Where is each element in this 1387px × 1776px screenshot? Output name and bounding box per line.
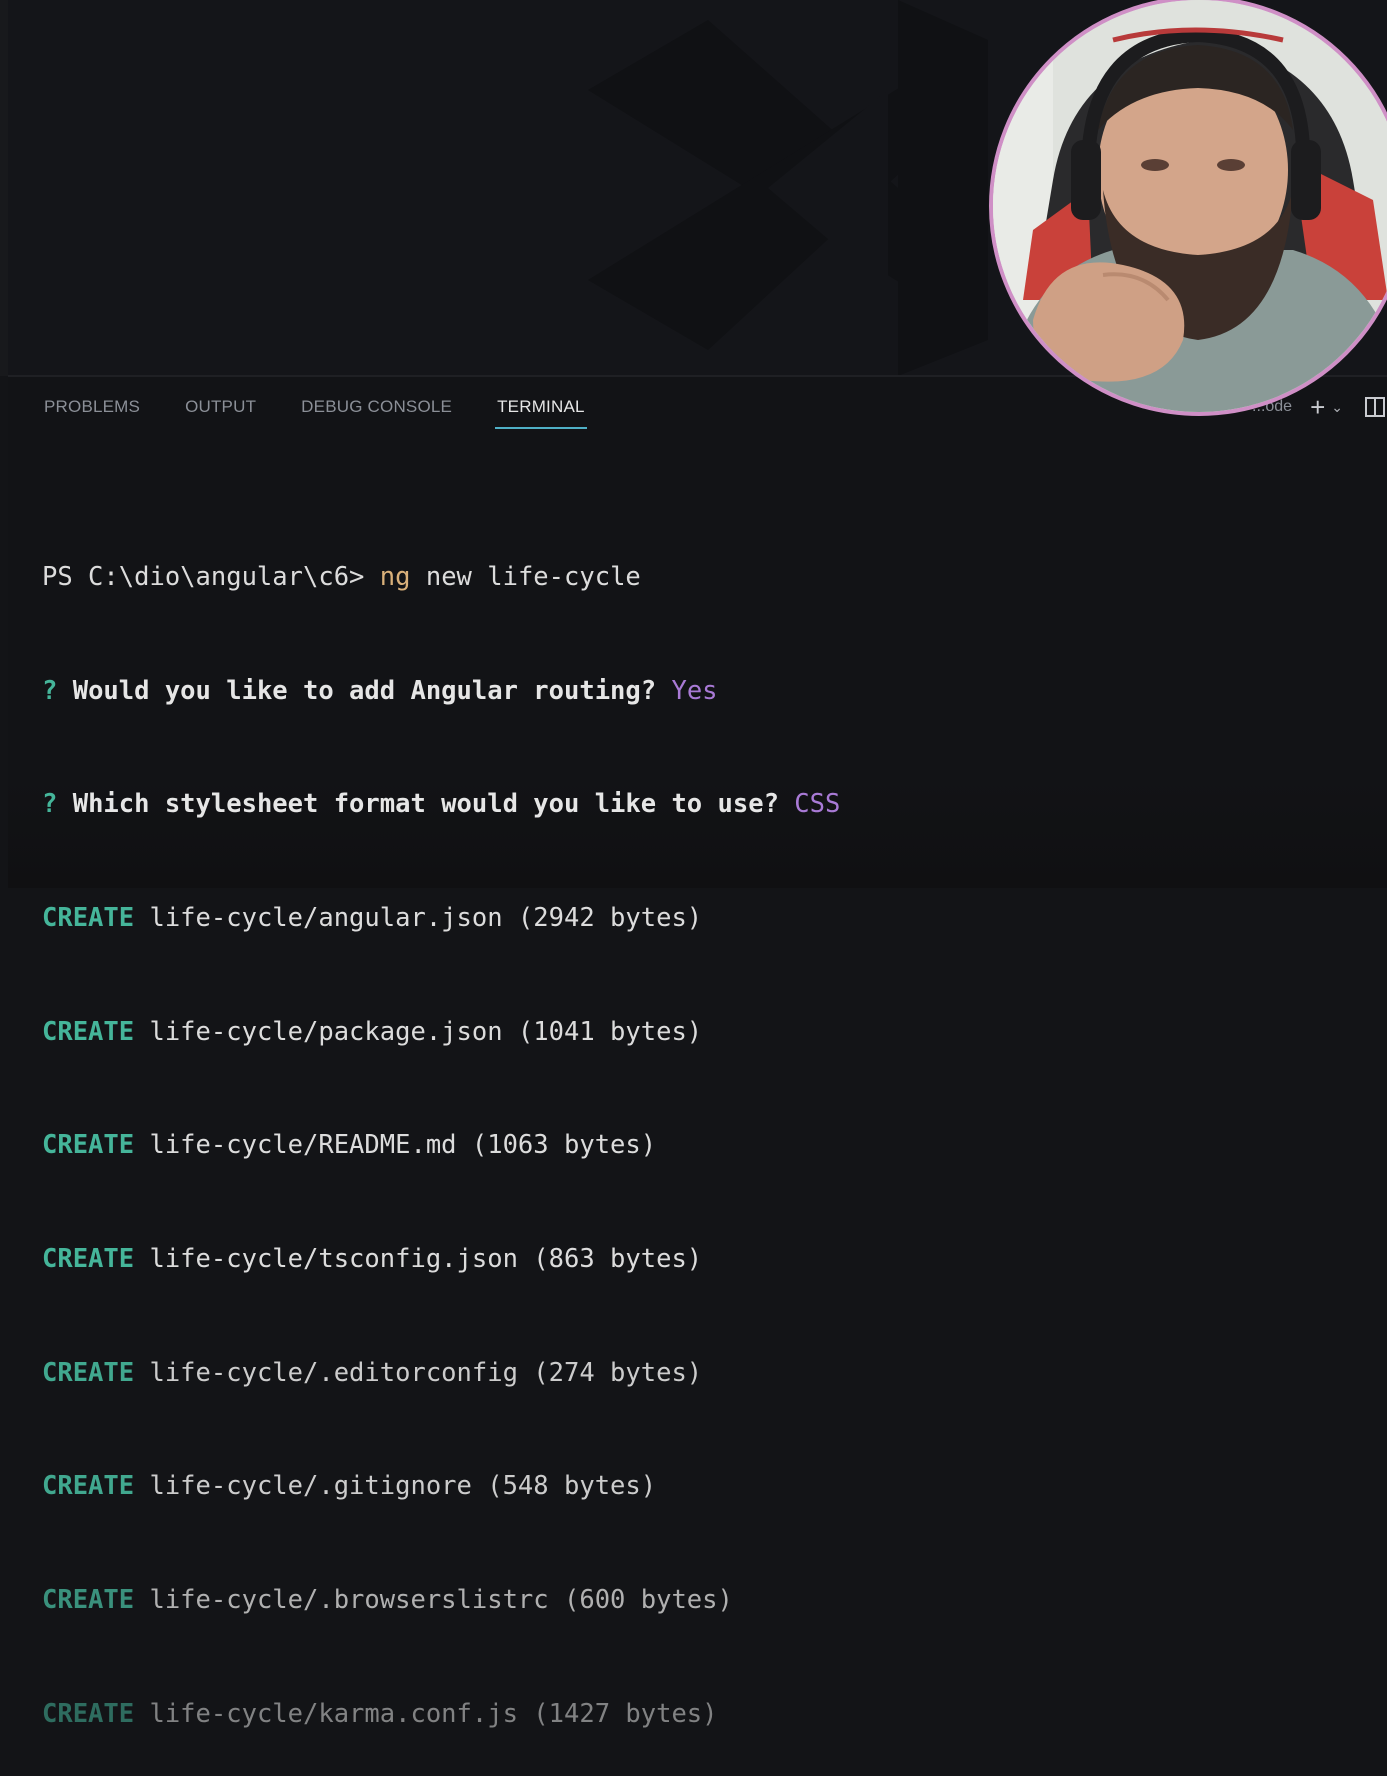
create-label: CREATE <box>42 902 135 933</box>
question-mark: ? <box>42 675 73 706</box>
terminal-create-line: CREATE life-cycle/package.json (1041 byt… <box>42 1014 840 1052</box>
terminal-output[interactable]: PS C:\dio\angular\c6> ng new life-cycle … <box>42 483 840 1776</box>
terminal-prompt: PS C:\dio\angular\c6> <box>42 561 380 592</box>
terminal-question-line: ? Which stylesheet format would you like… <box>42 786 840 824</box>
terminal-create-line: CREATE life-cycle/.editorconfig (274 byt… <box>42 1355 840 1393</box>
plus-icon[interactable]: + <box>1310 394 1325 420</box>
create-label: CREATE <box>42 1016 135 1047</box>
question-answer: CSS <box>778 789 841 820</box>
question-text: Which stylesheet format would you like t… <box>72 789 779 820</box>
split-editor-icon[interactable] <box>1365 397 1385 417</box>
presenter-video-image <box>993 0 1387 412</box>
command-args: new life-cycle <box>410 561 641 592</box>
terminal-command-line: PS C:\dio\angular\c6> ng new life-cycle <box>42 559 840 597</box>
tab-problems[interactable]: PROBLEMS <box>42 397 142 429</box>
created-file: life-cycle/.gitignore (548 bytes) <box>134 1471 657 1502</box>
tab-output[interactable]: OUTPUT <box>183 397 258 429</box>
terminal-create-line: CREATE life-cycle/karma.conf.js (1427 by… <box>42 1696 840 1734</box>
created-file: life-cycle/README.md (1063 bytes) <box>134 1130 657 1161</box>
created-file: life-cycle/angular.json (2942 bytes) <box>134 902 703 933</box>
chevron-down-icon[interactable]: ⌄ <box>1331 399 1343 416</box>
terminal-create-line: CREATE life-cycle/angular.json (2942 byt… <box>42 900 840 938</box>
terminal-create-line: CREATE life-cycle/tsconfig.json (863 byt… <box>42 1241 840 1279</box>
bottom-panel: PROBLEMS OUTPUT DEBUG CONSOLE TERMINAL .… <box>8 377 1387 1729</box>
panel-tabs: PROBLEMS OUTPUT DEBUG CONSOLE TERMINAL <box>42 397 628 429</box>
create-label: CREATE <box>42 1698 135 1729</box>
create-label: CREATE <box>42 1585 135 1616</box>
create-label: CREATE <box>42 1471 135 1502</box>
terminal-create-line: CREATE life-cycle/.gitignore (548 bytes) <box>42 1468 840 1506</box>
created-file: life-cycle/.browserslistrc (600 bytes) <box>134 1585 733 1616</box>
question-answer: Yes <box>656 675 718 706</box>
tab-terminal[interactable]: TERMINAL <box>495 397 587 429</box>
created-file: life-cycle/package.json (1041 bytes) <box>134 1016 703 1047</box>
create-label: CREATE <box>42 1244 135 1275</box>
created-file: life-cycle/karma.conf.js (1427 bytes) <box>134 1698 718 1729</box>
created-file: life-cycle/.editorconfig (274 bytes) <box>134 1357 703 1388</box>
vscode-logo-watermark-icon <box>588 0 988 376</box>
question-mark: ? <box>42 789 73 820</box>
terminal-question-line: ? Would you like to add Angular routing?… <box>42 673 840 711</box>
create-label: CREATE <box>42 1357 135 1388</box>
terminal-create-line: CREATE life-cycle/README.md (1063 bytes) <box>42 1127 840 1165</box>
terminal-create-line: CREATE life-cycle/.browserslistrc (600 b… <box>42 1582 840 1620</box>
create-label: CREATE <box>42 1130 135 1161</box>
created-file: life-cycle/tsconfig.json (863 bytes) <box>134 1244 703 1275</box>
command-keyword: ng <box>379 561 411 592</box>
webcam-overlay <box>989 0 1387 416</box>
tab-debug-console[interactable]: DEBUG CONSOLE <box>299 397 454 429</box>
question-text: Would you like to add Angular routing? <box>72 675 657 706</box>
